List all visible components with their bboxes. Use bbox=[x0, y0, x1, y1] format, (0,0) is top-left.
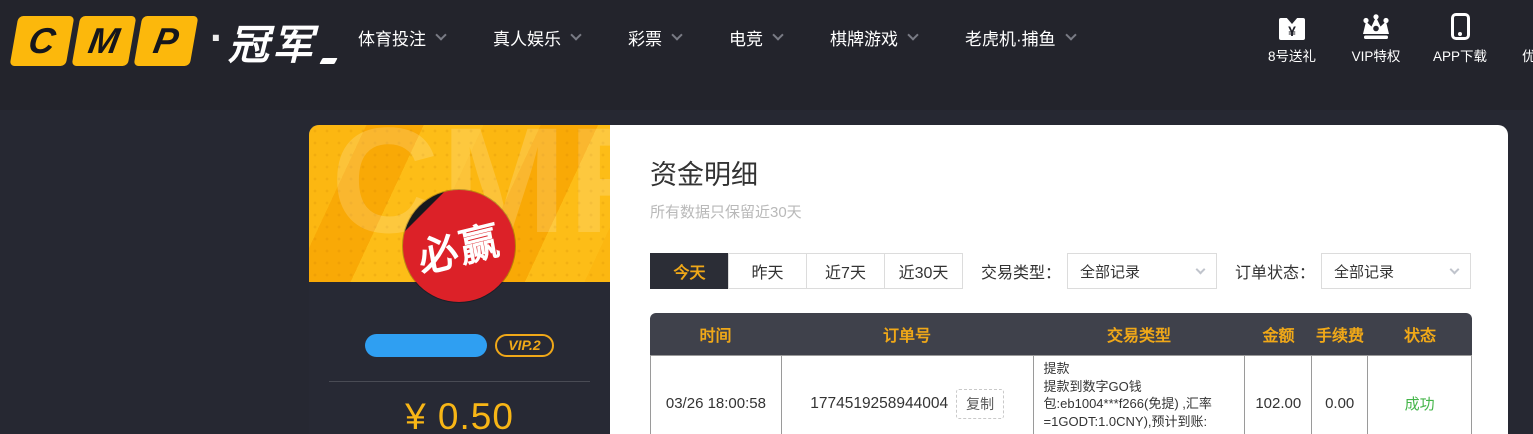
gift-icon: ¥ bbox=[1279, 18, 1305, 40]
logo-dash bbox=[319, 58, 338, 64]
user-row: VIP.2 bbox=[309, 334, 610, 357]
chevron-down-icon bbox=[772, 28, 784, 41]
chevron-down-icon bbox=[671, 28, 683, 41]
header-amount: 金额 bbox=[1262, 328, 1295, 345]
transaction-type-select[interactable]: 全部记录 bbox=[1067, 253, 1218, 289]
tab-last-30-days[interactable]: 近30天 bbox=[884, 253, 963, 289]
order-status-label: 订单状态： bbox=[1235, 265, 1316, 282]
filter-row: 今天 昨天 近7天 近30天 交易类型： 全部记录 订单状态： 全部记录 bbox=[650, 253, 1472, 289]
cell-fee: 0.00 bbox=[1312, 356, 1369, 434]
quick-link-promo-partial[interactable]: 优 bbox=[1514, 12, 1533, 65]
menu-item-label: 体育投注 bbox=[358, 29, 426, 49]
yen-glyph: ¥ bbox=[1288, 22, 1296, 39]
cell-amount: 102.00 bbox=[1245, 356, 1313, 434]
content-card: CMP 必赢 VIP.2 ¥ 0.50 资金明细 所有数据只保留近30天 今天 … bbox=[309, 125, 1508, 434]
menu-item-slots-fishing[interactable]: 老虎机·捕鱼 bbox=[965, 25, 1077, 50]
menu-item-label: 老虎机·捕鱼 bbox=[965, 29, 1056, 49]
logo-letter-box: M bbox=[71, 16, 137, 66]
status-badge: 成功 bbox=[1368, 356, 1473, 434]
sidebar: CMP 必赢 VIP.2 ¥ 0.50 bbox=[309, 125, 610, 434]
avatar-text: 必赢 bbox=[415, 218, 505, 282]
chevron-down-icon bbox=[435, 28, 447, 41]
quick-link-label: 8号送礼 bbox=[1267, 49, 1316, 64]
menu-item-sports[interactable]: 体育投注 bbox=[358, 25, 447, 50]
chevron-down-icon bbox=[570, 28, 582, 41]
crown-icon bbox=[1363, 14, 1389, 39]
menu-item-live-casino[interactable]: 真人娱乐 bbox=[493, 25, 582, 50]
header-type: 交易类型 bbox=[1106, 328, 1171, 345]
page-subtitle: 所有数据只保留近30天 bbox=[650, 204, 802, 221]
tab-yesterday[interactable]: 昨天 bbox=[728, 253, 807, 289]
header-status: 状态 bbox=[1403, 328, 1436, 345]
chevron-down-icon bbox=[1065, 28, 1077, 41]
order-status-select[interactable]: 全部记录 bbox=[1321, 253, 1472, 289]
site-logo[interactable]: C M P · 冠军 bbox=[9, 11, 338, 71]
balance-amount: ¥ 0.50 bbox=[405, 396, 514, 434]
avatar[interactable]: 必赢 bbox=[403, 190, 515, 302]
logo-dot: · bbox=[210, 14, 224, 61]
cell-time: 03/26 18:00:58 bbox=[651, 356, 782, 434]
cell-order-no: 1774519258944004 复制 bbox=[782, 356, 1034, 434]
tab-last-7-days[interactable]: 近7天 bbox=[806, 253, 885, 289]
menu-item-esports[interactable]: 电竞 bbox=[729, 25, 784, 50]
header-fee: 手续费 bbox=[1315, 328, 1364, 345]
quick-link-label: 优 bbox=[1522, 49, 1533, 64]
main-panel: 资金明细 所有数据只保留近30天 今天 昨天 近7天 近30天 交易类型： 全部… bbox=[610, 125, 1508, 434]
type-title: 提款 bbox=[1043, 361, 1070, 376]
header-order-no: 订单号 bbox=[882, 328, 931, 345]
date-range-tabs: 今天 昨天 近7天 近30天 bbox=[650, 253, 963, 289]
quick-link-label: APP下载 bbox=[1432, 49, 1487, 64]
logo-letter-box: P bbox=[133, 16, 199, 66]
phone-icon bbox=[1450, 13, 1470, 40]
menu-item-lottery[interactable]: 彩票 bbox=[628, 25, 683, 50]
type-detail: 提款到数字GO钱包:eb1004***f266(免提) ,汇率=1GODT:1.… bbox=[1043, 378, 1212, 434]
vip-badge: VIP.2 bbox=[495, 334, 554, 357]
tab-today[interactable]: 今天 bbox=[650, 253, 729, 289]
logo-text-cn: 冠军 bbox=[228, 22, 316, 68]
transaction-type-label: 交易类型： bbox=[981, 265, 1062, 282]
cell-type: 提款 提款到数字GO钱包:eb1004***f266(免提) ,汇率=1GODT… bbox=[1034, 356, 1246, 434]
divider bbox=[329, 381, 590, 382]
select-value: 全部记录 bbox=[1334, 263, 1395, 281]
menu-item-label: 电竞 bbox=[729, 29, 763, 49]
menu-item-board-games[interactable]: 棋牌游戏 bbox=[830, 25, 919, 50]
menu-item-label: 真人娱乐 bbox=[493, 29, 561, 49]
table-row: 03/26 18:00:58 1774519258944004 复制 提款 提款… bbox=[650, 355, 1473, 434]
menu-item-label: 棋牌游戏 bbox=[830, 29, 898, 49]
chevron-down-icon bbox=[907, 28, 919, 41]
quick-link-vip[interactable]: VIP特权 bbox=[1346, 12, 1406, 65]
table-header: 时间 订单号 交易类型 金额 手续费 状态 bbox=[650, 313, 1472, 355]
quick-links: ¥ 8号送礼 VIP特权 APP下载 优 bbox=[1262, 12, 1533, 65]
logo-letter-box: C bbox=[9, 16, 75, 66]
transactions-table: 时间 订单号 交易类型 金额 手续费 状态 03/26 18:00:58 177… bbox=[650, 313, 1473, 434]
top-navbar: C M P · 冠军 体育投注 真人娱乐 彩票 电竞 棋牌游戏 老虎机·捕鱼 ¥… bbox=[0, 0, 1533, 110]
quick-link-gift[interactable]: ¥ 8号送礼 bbox=[1262, 12, 1322, 65]
select-arrow-icon bbox=[1195, 264, 1206, 275]
select-arrow-icon bbox=[1449, 264, 1460, 275]
page-title: 资金明细 bbox=[650, 160, 758, 190]
header-time: 时间 bbox=[699, 328, 732, 345]
username-redacted bbox=[365, 334, 488, 357]
order-number: 1774519258944004 bbox=[810, 394, 949, 412]
menu-item-label: 彩票 bbox=[628, 29, 662, 49]
main-menu: 体育投注 真人娱乐 彩票 电竞 棋牌游戏 老虎机·捕鱼 bbox=[358, 0, 1077, 74]
quick-link-label: VIP特权 bbox=[1351, 49, 1401, 64]
select-value: 全部记录 bbox=[1080, 263, 1141, 281]
quick-link-app[interactable]: APP下载 bbox=[1430, 12, 1490, 65]
copy-button[interactable]: 复制 bbox=[956, 388, 1005, 419]
